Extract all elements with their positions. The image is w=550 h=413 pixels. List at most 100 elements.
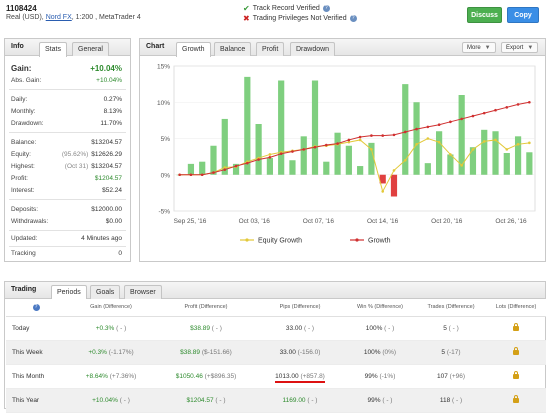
series-point	[505, 106, 509, 109]
series-point	[212, 171, 215, 174]
account-leverage-platform: , 1:200 , MetaTrader 4	[71, 14, 141, 21]
lock-icon[interactable]	[513, 394, 519, 403]
col-win[interactable]: Win % (Difference)	[344, 299, 416, 317]
tracking-row: Tracking 0	[11, 250, 122, 257]
series-point	[528, 141, 531, 145]
abs-gain-row: Abs. Gain: +10.04%	[11, 77, 122, 84]
tab-general[interactable]: General	[72, 42, 109, 56]
chart-bar	[323, 161, 330, 175]
divider	[9, 132, 126, 133]
chart-bar	[345, 145, 352, 175]
account-id: 1108424	[6, 4, 37, 13]
copy-button[interactable]: Copy	[507, 7, 539, 23]
tab-profit[interactable]: Profit	[256, 42, 285, 56]
series-point	[415, 127, 418, 131]
trading-periods-table: ? Gain (Difference) Profit (Difference) …	[6, 299, 546, 413]
chart-bar	[334, 132, 341, 175]
col-profit[interactable]: Profit (Difference)	[156, 299, 256, 317]
trading-title: Trading	[11, 286, 37, 293]
series-point	[279, 152, 283, 156]
broker-link[interactable]: Nord FX	[46, 14, 72, 21]
series-point	[189, 173, 193, 177]
x-tick-label: Oct 20, '16	[431, 218, 463, 225]
chart-bar	[278, 80, 285, 175]
chart-bar	[447, 154, 454, 175]
highest-row: Highest: (Oct 31) $13204.57	[11, 163, 122, 170]
check-icon: ✔	[243, 4, 250, 13]
trading-privileges-label: Trading Privileges Not Verified	[252, 15, 347, 22]
col-lots[interactable]: Lots (Difference)	[486, 299, 546, 317]
help-icon[interactable]: ?	[32, 303, 40, 311]
series-point	[482, 140, 486, 143]
series-point	[223, 168, 227, 171]
chart-bar	[436, 131, 443, 175]
series-point	[449, 153, 452, 156]
equity-row: Equity: (95.62%) $12626.29	[11, 151, 122, 158]
series-point	[234, 164, 238, 168]
chart-bar	[424, 163, 431, 175]
x-tick-label: Oct 07, '16	[303, 218, 335, 225]
legend-label: Growth	[368, 238, 391, 245]
export-dropdown[interactable]: Export ▼	[501, 42, 539, 53]
daily-row: Daily: 0.27%	[11, 96, 122, 103]
y-tick-label: -5%	[158, 209, 170, 216]
series-point	[347, 138, 351, 142]
y-tick-label: 0%	[161, 172, 171, 179]
chart-bar	[514, 136, 522, 175]
tab-balance[interactable]: Balance	[214, 42, 252, 56]
series-point	[471, 148, 475, 151]
lock-icon[interactable]	[513, 370, 519, 379]
x-tick-label: Oct 26, '16	[495, 218, 527, 225]
cross-icon: ✖	[243, 14, 250, 23]
chart-tabbar: Chart Growth Balance Profit Drawdown Mor…	[140, 39, 545, 57]
chart-bar	[503, 153, 510, 175]
series-point	[516, 143, 520, 146]
updated-row: Updated: 4 Minutes ago	[11, 235, 122, 242]
monthly-row: Monthly: 8.13%	[11, 108, 122, 115]
chevron-down-icon: ▼	[527, 45, 534, 51]
growth-chart: 15% 10% 5% 0% -5% Sep 25, '16 Oct 03, '16 Oct 0…	[157, 64, 536, 245]
series-point	[358, 135, 362, 139]
chart-bar	[289, 160, 296, 175]
series-line-equity-growth	[179, 137, 530, 193]
x-tick-label: Sep 25, '16	[174, 218, 207, 225]
info-tabbar: Info Stats General	[5, 39, 130, 57]
lock-icon[interactable]	[513, 346, 519, 355]
help-icon[interactable]: ?	[349, 15, 357, 22]
tab-goals[interactable]: Goals	[90, 285, 121, 299]
tab-browser[interactable]: Browser	[124, 285, 162, 299]
series-point	[291, 150, 294, 153]
lock-icon[interactable]	[513, 322, 519, 331]
col-trades[interactable]: Trades (Difference)	[416, 299, 486, 317]
chart-panel: Chart Growth Balance Profit Drawdown Mor…	[139, 38, 546, 262]
tab-drawdown[interactable]: Drawdown	[290, 42, 336, 56]
divider	[9, 199, 126, 200]
series-point	[482, 111, 486, 115]
deposits-row: Deposits: $12000.00	[11, 206, 122, 213]
series-point	[268, 156, 272, 159]
chart-bar	[526, 152, 533, 175]
help-header: ?	[6, 299, 66, 317]
help-icon[interactable]: ?	[322, 5, 330, 12]
x-tick-label: Oct 14, '16	[367, 218, 399, 225]
series-point	[426, 125, 430, 129]
tab-stats[interactable]: Stats	[39, 42, 67, 57]
series-point	[381, 134, 385, 137]
series-point	[516, 103, 520, 106]
highlighted-pips: 1013.00 (+857.8)	[275, 372, 325, 383]
discuss-button[interactable]: Discuss	[467, 7, 502, 23]
col-gain[interactable]: Gain (Difference)	[66, 299, 156, 317]
chart-bar	[492, 131, 499, 175]
series-point	[257, 158, 260, 161]
series-point	[358, 138, 362, 142]
legend-marker	[355, 238, 359, 242]
tab-periods[interactable]: Periods	[51, 285, 87, 300]
col-pips[interactable]: Pips (Difference)	[256, 299, 344, 317]
track-record-verified: ✔ Track Record Verified ?	[243, 4, 330, 13]
gain-value: +10.04%	[90, 64, 122, 73]
account-type: Real (USD),	[6, 14, 44, 21]
tab-growth[interactable]: Growth	[176, 42, 211, 57]
series-point	[313, 145, 317, 149]
more-dropdown[interactable]: More ▼	[462, 42, 496, 53]
series-point	[437, 140, 441, 144]
